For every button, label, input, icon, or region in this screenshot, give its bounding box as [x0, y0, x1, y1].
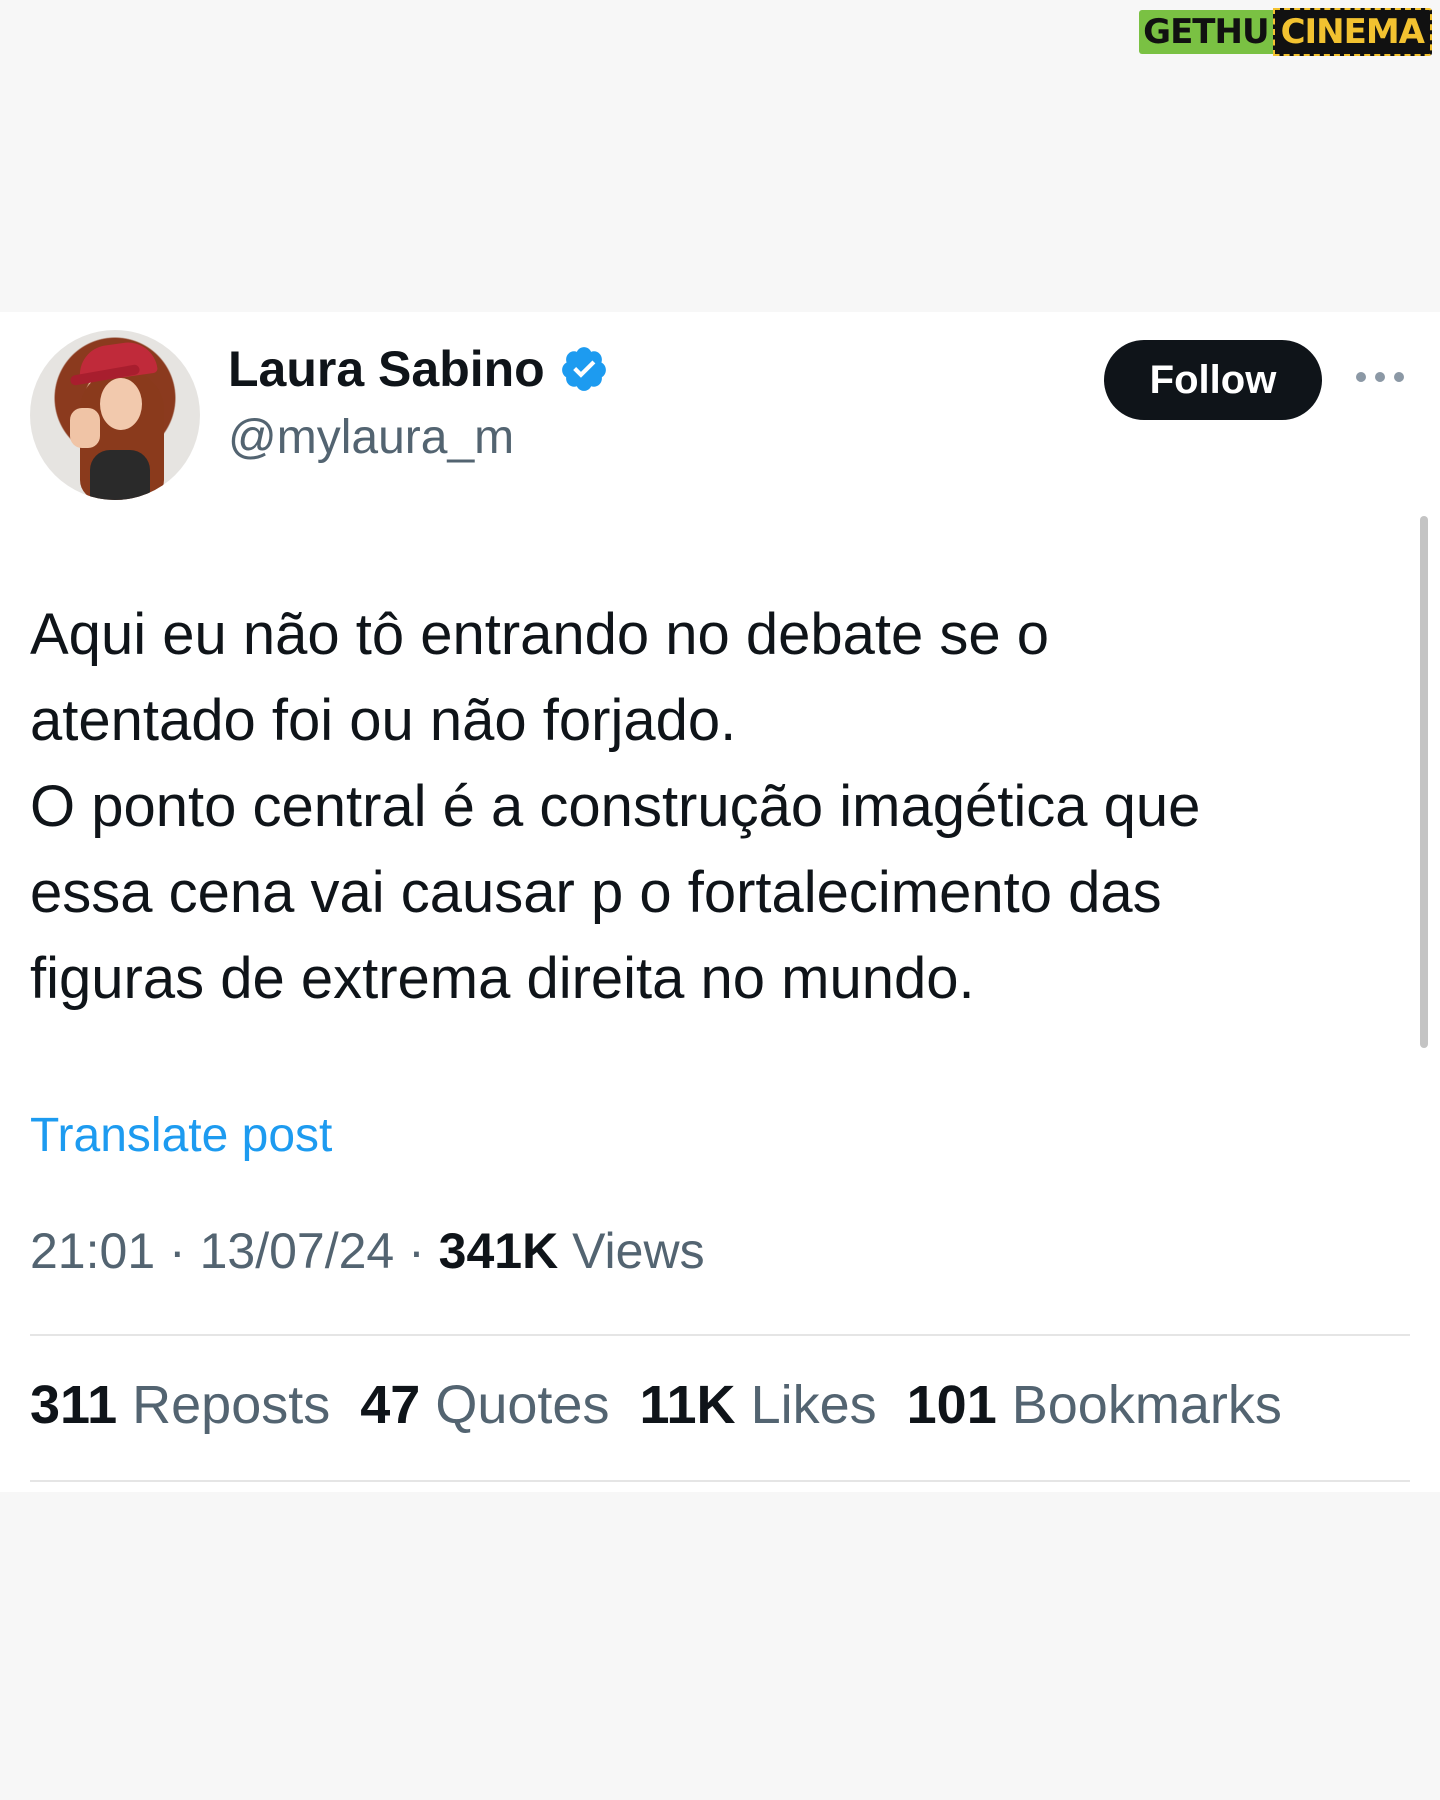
post-text: Aqui eu não tô entrando no debate se o a…	[30, 602, 1201, 1011]
verified-badge-icon	[561, 347, 606, 391]
stat-count: 311	[30, 1375, 118, 1435]
display-name[interactable]: Laura Sabino	[228, 340, 545, 398]
page: GETHU CINEMA Laura Sabino @mylaura_m Fol…	[0, 0, 1440, 1800]
stat-quotes[interactable]: 47 Quotes	[360, 1374, 609, 1436]
watermark-left: GETHU	[1139, 10, 1273, 54]
stat-count: 47	[360, 1375, 421, 1435]
stat-count: 11K	[639, 1375, 736, 1435]
engagement-stats: 311 Reposts 47 Quotes 11K Likes 101 Book…	[30, 1374, 1312, 1436]
views-label: Views	[572, 1223, 705, 1279]
divider	[30, 1334, 1410, 1336]
views-count: 341K	[438, 1223, 559, 1279]
stat-label: Reposts	[132, 1375, 331, 1435]
stat-reposts[interactable]: 311 Reposts	[30, 1374, 330, 1436]
stat-label: Quotes	[435, 1375, 610, 1435]
stat-bookmarks[interactable]: 101 Bookmarks	[907, 1374, 1282, 1436]
stat-likes[interactable]: 11K Likes	[639, 1374, 876, 1436]
post-meta: 21:01 · 13/07/24 · 341K Views	[30, 1222, 705, 1280]
author-name-row: Laura Sabino	[228, 340, 609, 398]
stat-count: 101	[906, 1375, 997, 1435]
divider	[30, 1480, 1410, 1482]
post-card: Laura Sabino @mylaura_m Follow Aqui eu n…	[0, 312, 1440, 1492]
stat-label: Likes	[750, 1375, 877, 1435]
more-options-icon[interactable]	[1356, 370, 1404, 384]
scrollbar[interactable]	[1420, 516, 1428, 1048]
follow-button[interactable]: Follow	[1104, 340, 1322, 420]
translate-post-link[interactable]: Translate post	[30, 1108, 332, 1163]
post-time[interactable]: 21:01	[30, 1223, 155, 1279]
meta-separator: ·	[408, 1223, 439, 1279]
post-date[interactable]: 13/07/24	[200, 1223, 395, 1279]
user-handle[interactable]: @mylaura_m	[228, 410, 514, 465]
meta-separator: ·	[169, 1223, 200, 1279]
avatar[interactable]	[30, 330, 200, 500]
watermark-right: CINEMA	[1272, 8, 1432, 56]
watermark-logo: GETHU CINEMA	[1139, 8, 1432, 56]
stat-label: Bookmarks	[1011, 1375, 1282, 1435]
